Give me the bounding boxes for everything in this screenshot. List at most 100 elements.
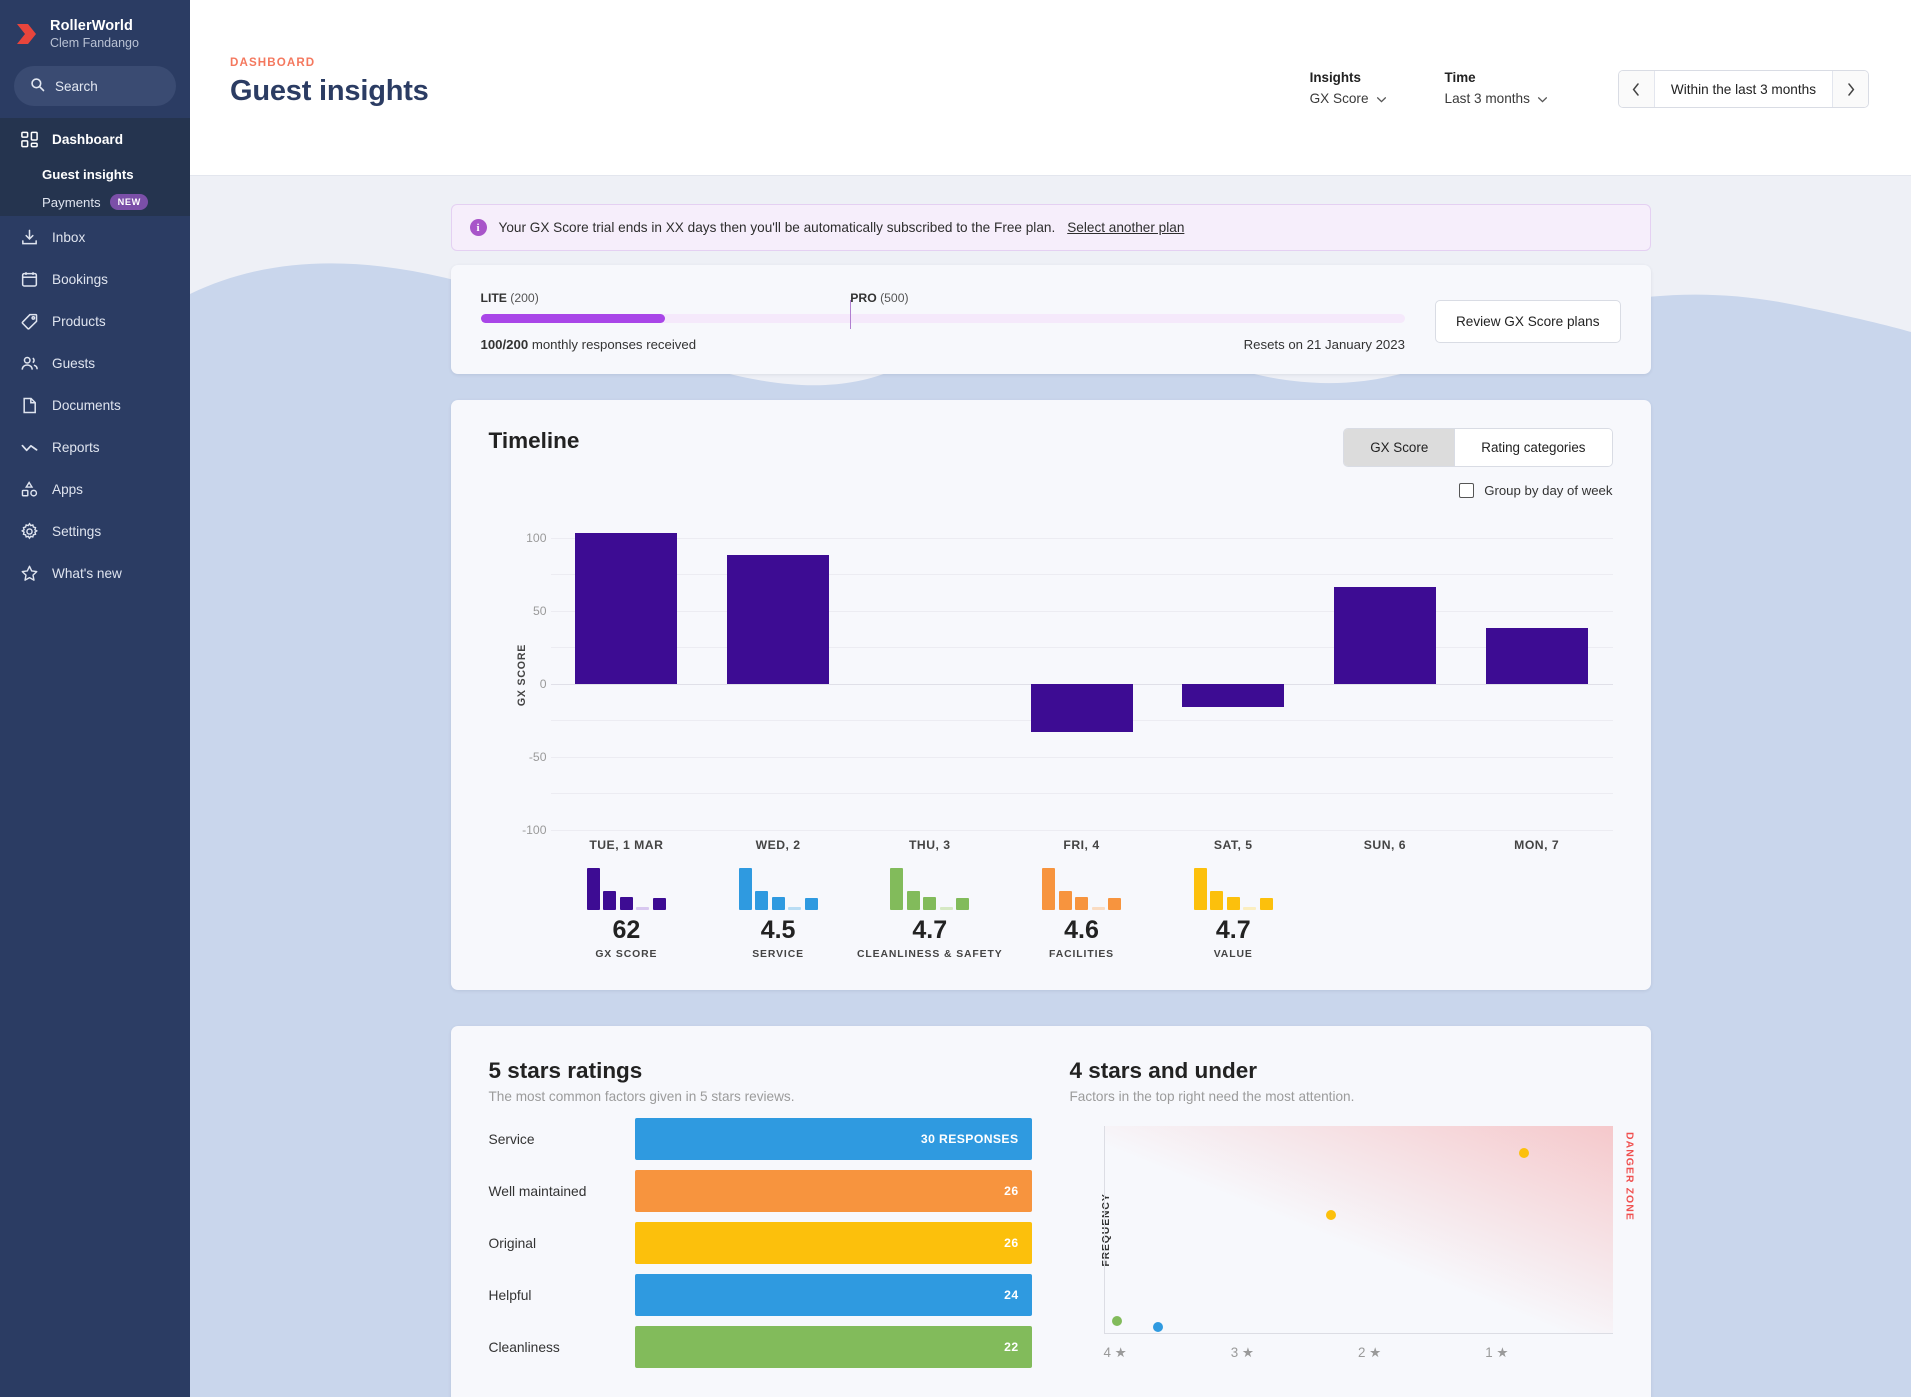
bar[interactable] (1182, 684, 1284, 707)
time-filter-label: Time (1445, 70, 1548, 85)
time-filter-value-text: Last 3 months (1445, 91, 1530, 106)
brand[interactable]: RollerWorld Clem Fandango (0, 0, 190, 62)
sidebar-item-guests[interactable]: Guests (0, 342, 190, 384)
sparkline-bar (636, 907, 649, 910)
group-by-day-row[interactable]: Group by day of week (489, 483, 1613, 498)
scatter-point[interactable] (1519, 1148, 1529, 1158)
tier-pro: PRO (500) (850, 291, 908, 305)
insights-filter[interactable]: Insights GX Score (1310, 70, 1387, 106)
rating-distribution-sparkline (854, 864, 1006, 910)
rating-bar-list: Service30 RESPONSESWell maintained26Orig… (489, 1118, 1032, 1368)
rating-row: Original26 (489, 1222, 1032, 1264)
sparkline-bar (1210, 891, 1223, 910)
search-placeholder: Search (55, 79, 98, 94)
rating-bar[interactable]: 24 (635, 1274, 1032, 1316)
rating-bar[interactable]: 22 (635, 1326, 1032, 1368)
rating-label: Well maintained (489, 1184, 635, 1199)
bar-column[interactable] (1309, 520, 1461, 830)
bar-column[interactable] (551, 520, 703, 830)
tier-cap: (500) (880, 291, 908, 305)
sidebar-item-label: Bookings (52, 272, 108, 287)
bar-column[interactable] (702, 520, 854, 830)
rating-bar[interactable]: 26 (635, 1222, 1032, 1264)
sidebar-item-bookings[interactable]: Bookings (0, 258, 190, 300)
sparkline-bar (1260, 898, 1273, 910)
app-root: RollerWorld Clem Fandango Search (0, 0, 1911, 1397)
sparkline-bar (788, 907, 801, 910)
bar[interactable] (727, 555, 829, 684)
sidebar-item-apps[interactable]: Apps (0, 468, 190, 510)
bar-column[interactable] (854, 520, 1006, 830)
chevron-left-icon[interactable] (1619, 71, 1655, 107)
sparkline-bar (890, 868, 903, 910)
sidebar-item-payments[interactable]: Payments NEW (0, 188, 190, 216)
star-icon (20, 564, 39, 583)
day-label: SAT, 5 (1157, 838, 1309, 852)
select-another-plan-link[interactable]: Select another plan (1067, 220, 1184, 235)
sidebar-item-settings[interactable]: Settings (0, 510, 190, 552)
breadcrumb: DASHBOARD (230, 56, 429, 69)
bar-column[interactable] (1461, 520, 1613, 830)
sidebar-item-dashboard[interactable]: Dashboard (0, 118, 190, 160)
tab-rating-categories[interactable]: Rating categories (1454, 429, 1611, 466)
bar-column[interactable] (1157, 520, 1309, 830)
insights-filter-label: Insights (1310, 70, 1387, 85)
scatter-x-tick: 1 ★ (1485, 1345, 1612, 1361)
search-input[interactable]: Search (14, 66, 176, 106)
date-range-label[interactable]: Within the last 3 months (1655, 71, 1832, 107)
scatter-point[interactable] (1153, 1322, 1163, 1332)
status-badge: NEW (110, 194, 148, 210)
tier-name: PRO (850, 291, 876, 305)
rating-bar[interactable]: 30 RESPONSES (635, 1118, 1032, 1160)
tab-gx-score[interactable]: GX Score (1344, 429, 1454, 466)
time-filter[interactable]: Time Last 3 months (1445, 70, 1548, 106)
time-filter-value[interactable]: Last 3 months (1445, 91, 1548, 106)
sparkline-bar (1042, 868, 1055, 910)
bar[interactable] (575, 533, 677, 684)
sidebar-item-reports[interactable]: Reports (0, 426, 190, 468)
date-range-nav: Within the last 3 months (1618, 70, 1869, 108)
rating-row: Well maintained26 (489, 1170, 1032, 1212)
bar[interactable] (1486, 628, 1588, 684)
insights-filter-value[interactable]: GX Score (1310, 91, 1387, 106)
sidebar-item-inbox[interactable]: Inbox (0, 216, 190, 258)
sidebar-item-products[interactable]: Products (0, 300, 190, 342)
scatter-point[interactable] (1112, 1316, 1122, 1326)
day-label: SUN, 6 (1309, 838, 1461, 852)
review-gx-score-plans-button[interactable]: Review GX Score plans (1435, 300, 1621, 343)
sidebar: RollerWorld Clem Fandango Search (0, 0, 190, 1397)
day-label: TUE, 1 MAR (551, 838, 703, 852)
info-icon: i (470, 219, 487, 236)
timeline-card: Timeline GX Score Rating categories Grou… (451, 400, 1651, 990)
sidebar-item-label: Dashboard (52, 132, 123, 147)
sidebar-item-whats-new[interactable]: What's new (0, 552, 190, 594)
rating-label: Helpful (489, 1288, 635, 1303)
sparkline-bar (907, 891, 920, 910)
group-by-day-checkbox[interactable] (1459, 483, 1474, 498)
gear-icon (20, 522, 39, 541)
y-axis-label: GX SCORE (516, 644, 528, 706)
roller-chevron-logo-icon (14, 21, 40, 47)
scatter-chart: FREQUENCY DANGER ZONE (1070, 1126, 1613, 1334)
tier-cap: (200) (510, 291, 538, 305)
sparkline-bar (1059, 891, 1072, 910)
chevron-right-icon[interactable] (1832, 71, 1868, 107)
rating-bar[interactable]: 26 (635, 1170, 1032, 1212)
bar[interactable] (1334, 587, 1436, 684)
rating-row: Helpful24 (489, 1274, 1032, 1316)
scatter-point[interactable] (1326, 1210, 1336, 1220)
sidebar-item-guest-insights[interactable]: Guest insights (0, 160, 190, 188)
sidebar-item-documents[interactable]: Documents (0, 384, 190, 426)
four-star-subtitle: Factors in the top right need the most a… (1070, 1089, 1613, 1104)
main-area: DASHBOARD Guest insights Insights GX Sco… (190, 0, 1911, 1397)
quota-reset-date: Resets on 21 January 2023 (1244, 337, 1405, 352)
sidebar-item-label: Apps (52, 482, 83, 497)
bar-column[interactable] (1006, 520, 1158, 830)
bar[interactable] (1031, 684, 1133, 732)
gx-score-bar-chart: GX SCORE 100500-50-100 (489, 520, 1613, 830)
ratings-card: 5 stars ratings The most common factors … (451, 1026, 1651, 1397)
sparkline-bar (653, 898, 666, 910)
quota-meter (481, 314, 1405, 323)
y-axis-tick: -100 (503, 823, 547, 837)
brand-name: RollerWorld (50, 18, 139, 35)
